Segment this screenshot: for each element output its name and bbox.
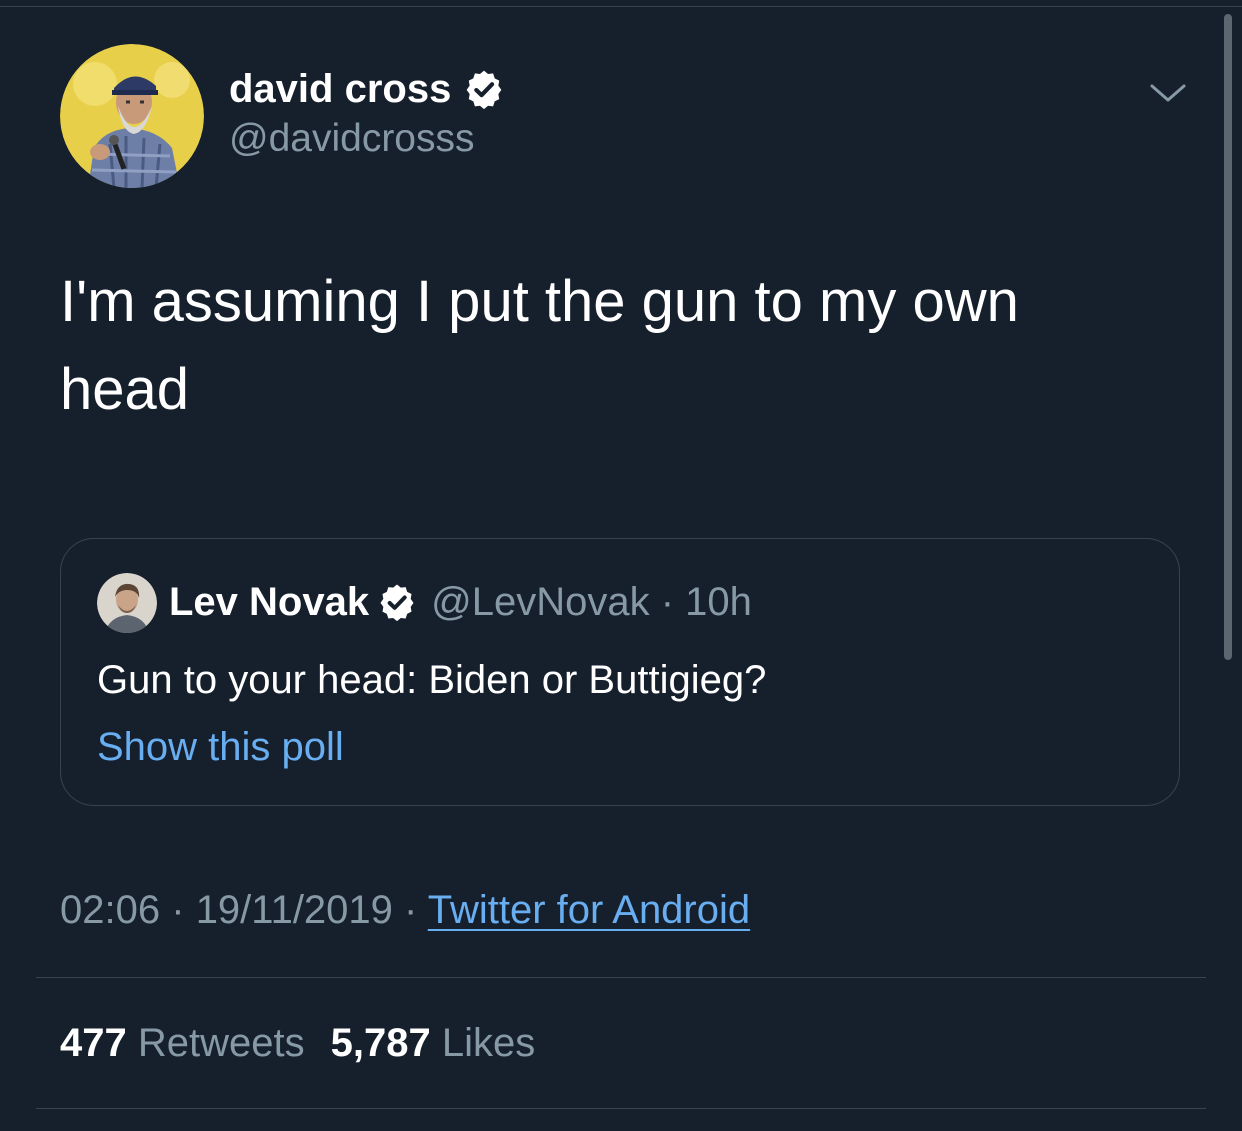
retweets-count: 477: [60, 1021, 127, 1065]
tweet-source-link[interactable]: Twitter for Android: [428, 888, 750, 932]
likes-count: 5,787: [330, 1021, 431, 1065]
author-name[interactable]: david cross: [229, 66, 451, 112]
quoted-tweet-card[interactable]: Lev Novak @LevNovak · 10h Gun to your he…: [60, 538, 1180, 806]
likes-stat[interactable]: 5,787 Likes: [331, 1021, 536, 1065]
top-divider: [0, 6, 1242, 7]
author-name-row[interactable]: david cross: [229, 66, 505, 112]
tweet-time: 02:06: [60, 888, 161, 932]
verified-badge-icon: [463, 68, 505, 110]
divider: [36, 1108, 1206, 1109]
scrollbar[interactable]: [1224, 14, 1232, 660]
author-handle[interactable]: @davidcrosss: [229, 117, 475, 161]
engagement-stats: 477 Retweets 5,787 Likes: [60, 1017, 535, 1069]
author-avatar[interactable]: [60, 44, 204, 188]
retweets-label: Retweets: [137, 1021, 305, 1065]
chevron-down-icon[interactable]: [1148, 78, 1188, 110]
tweet-metadata: 02:06 · 19/11/2019 · Twitter for Android: [60, 884, 750, 936]
quoted-author-avatar[interactable]: [97, 573, 157, 633]
quoted-author-name[interactable]: Lev Novak: [169, 577, 369, 627]
show-poll-link[interactable]: Show this poll: [97, 722, 344, 772]
separator-dot: ·: [660, 580, 675, 624]
divider: [36, 977, 1206, 978]
quoted-tweet-text: Gun to your head: Biden or Buttigieg?: [97, 658, 767, 702]
quoted-author-handle[interactable]: @LevNovak · 10h: [431, 577, 752, 627]
quoted-tweet-header: Lev Novak @LevNovak · 10h: [169, 577, 752, 627]
tweet-date: 19/11/2019: [195, 888, 393, 932]
separator-dot: ·: [171, 888, 185, 932]
verified-badge-icon: [377, 582, 417, 622]
separator-dot: ·: [404, 888, 418, 932]
quoted-handle-text: @LevNovak: [431, 580, 650, 624]
retweets-stat[interactable]: 477 Retweets: [60, 1021, 305, 1065]
tweet-text: I'm assuming I put the gun to my own hea…: [60, 269, 1019, 422]
likes-label: Likes: [441, 1021, 536, 1065]
quoted-tweet-age: 10h: [685, 580, 752, 624]
